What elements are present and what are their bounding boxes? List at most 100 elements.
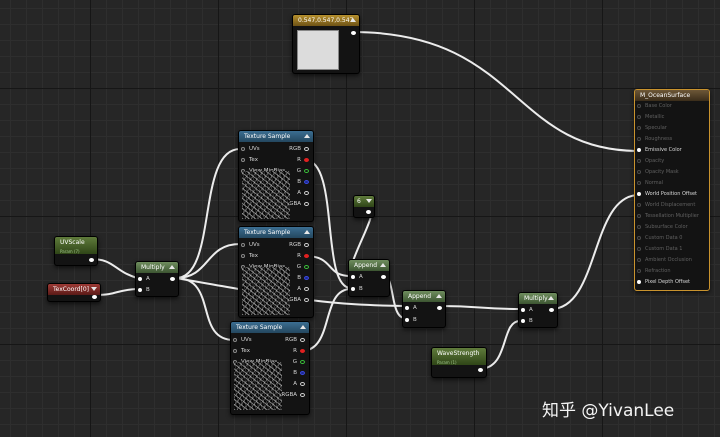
result-pin-metallic[interactable]: Metallic bbox=[635, 113, 664, 121]
wavestrength-title: WaveStrength bbox=[437, 350, 480, 357]
result-pin-normal[interactable]: Normal bbox=[635, 179, 663, 187]
constant3vector-output-pin[interactable] bbox=[351, 31, 356, 35]
pin-g[interactable]: G bbox=[297, 263, 310, 271]
pin-b[interactable]: B bbox=[297, 274, 310, 282]
pin-b[interactable]: B bbox=[519, 317, 533, 325]
constant3vector-header[interactable]: 0.547,0.547,0.547 bbox=[293, 15, 359, 26]
result-pin-custom-data-0[interactable]: Custom Data 0 bbox=[635, 234, 682, 242]
pin-uvs[interactable]: UVs bbox=[239, 145, 260, 153]
texture-sample-node-3[interactable]: Texture Sample UVs Tex View MipBias RGB … bbox=[230, 321, 310, 415]
pin-rgb[interactable]: RGB bbox=[285, 336, 306, 344]
multiply-header[interactable]: Multiply bbox=[519, 293, 557, 304]
result-pin-emissive-color[interactable]: Emissive Color bbox=[635, 146, 682, 154]
pin-r[interactable]: R bbox=[293, 347, 306, 355]
texture-sample-header[interactable]: Texture Sample bbox=[231, 322, 309, 333]
pin-uvs[interactable]: UVs bbox=[239, 241, 260, 249]
texture-sample-node-1[interactable]: Texture Sample UVs Tex View MipBias RGB … bbox=[238, 130, 314, 222]
texture-sample-title: Texture Sample bbox=[244, 133, 291, 140]
pin-rgb[interactable]: RGB bbox=[289, 241, 310, 249]
wavestrength-output-pin[interactable] bbox=[478, 368, 483, 372]
result-pin-world-displacement[interactable]: World Displacement bbox=[635, 201, 695, 209]
result-pin-world-position-offset[interactable]: World Position Offset bbox=[635, 190, 697, 198]
result-pin-roughness[interactable]: Roughness bbox=[635, 135, 672, 143]
result-pin-pixel-depth-offset[interactable]: Pixel Depth Offset bbox=[635, 278, 690, 286]
material-result-header[interactable]: M_OceanSurface bbox=[635, 90, 709, 101]
pin-b[interactable]: B bbox=[136, 286, 150, 294]
wavestrength-param-node[interactable]: WaveStrength Param (1) bbox=[431, 347, 487, 378]
pin-b[interactable]: B bbox=[293, 369, 306, 377]
uvscale-output-pin[interactable] bbox=[89, 258, 94, 262]
pin-g[interactable]: G bbox=[297, 167, 310, 175]
result-pin-opacity-mask[interactable]: Opacity Mask bbox=[635, 168, 679, 176]
pin-tex[interactable]: Tex bbox=[231, 347, 250, 355]
pin-uvs[interactable]: UVs bbox=[231, 336, 252, 344]
collapse-arrow-icon[interactable] bbox=[380, 263, 386, 267]
texture-sample-header[interactable]: Texture Sample bbox=[239, 131, 313, 142]
pin-tex[interactable]: Tex bbox=[239, 156, 258, 164]
append-node-1[interactable]: Append A B bbox=[348, 259, 390, 297]
uvscale-param-node[interactable]: UVScale Param (7) bbox=[54, 236, 98, 266]
constant-output-pin[interactable] bbox=[366, 210, 371, 214]
collapse-arrow-icon[interactable] bbox=[169, 265, 175, 269]
multiply-node-1[interactable]: Multiply A B bbox=[135, 261, 179, 297]
pin-a[interactable]: A bbox=[293, 380, 306, 388]
texcoord-node[interactable]: TexCoord[0] bbox=[47, 283, 101, 302]
uvscale-header[interactable]: UVScale Param (7) bbox=[55, 237, 97, 254]
result-pin-tessellation-multiplier[interactable]: Tessellation Multiplier bbox=[635, 212, 699, 220]
collapse-arrow-icon[interactable] bbox=[548, 296, 554, 300]
texture-sample-node-2[interactable]: Texture Sample UVs Tex View MipBias RGB … bbox=[238, 226, 314, 318]
uvscale-title: UVScale bbox=[60, 239, 85, 246]
constant-node[interactable]: 6 bbox=[353, 195, 375, 218]
pin-r[interactable]: R bbox=[297, 156, 310, 164]
pin-r[interactable]: R bbox=[297, 252, 310, 260]
collapse-arrow-icon[interactable] bbox=[304, 230, 310, 234]
multiply-header[interactable]: Multiply bbox=[136, 262, 178, 273]
constant3vector-title: 0.547,0.547,0.547 bbox=[298, 17, 354, 24]
append-node-2[interactable]: Append A B bbox=[402, 290, 446, 328]
wavestrength-header[interactable]: WaveStrength Param (1) bbox=[432, 348, 486, 365]
append-header[interactable]: Append bbox=[403, 291, 445, 302]
texture-preview-thumbnail bbox=[242, 267, 290, 315]
texture-sample-title: Texture Sample bbox=[236, 324, 283, 331]
result-pin-subsurface-color[interactable]: Subsurface Color bbox=[635, 223, 688, 231]
pin-a[interactable]: A bbox=[403, 304, 417, 312]
pin-g[interactable]: G bbox=[293, 358, 306, 366]
texcoord-header[interactable]: TexCoord[0] bbox=[48, 284, 100, 295]
append-output-pin[interactable] bbox=[381, 275, 386, 279]
pin-b[interactable]: B bbox=[349, 285, 363, 293]
pin-b[interactable]: B bbox=[403, 316, 417, 324]
multiply-output-pin[interactable] bbox=[170, 277, 175, 281]
material-result-title: M_OceanSurface bbox=[640, 92, 691, 99]
texture-sample-header[interactable]: Texture Sample bbox=[239, 227, 313, 238]
result-pin-refraction[interactable]: Refraction bbox=[635, 267, 671, 275]
expand-arrow-icon[interactable] bbox=[91, 287, 97, 291]
expand-arrow-icon[interactable] bbox=[366, 199, 372, 203]
pin-rgb[interactable]: RGB bbox=[289, 145, 310, 153]
pin-a[interactable]: A bbox=[519, 306, 533, 314]
pin-a[interactable]: A bbox=[297, 285, 310, 293]
multiply-output-pin[interactable] bbox=[549, 308, 554, 312]
constant-header[interactable]: 6 bbox=[354, 196, 374, 207]
collapse-arrow-icon[interactable] bbox=[350, 18, 356, 22]
pin-a[interactable]: A bbox=[297, 189, 310, 197]
texcoord-output-pin[interactable] bbox=[92, 295, 97, 299]
result-pin-ambient-occlusion[interactable]: Ambient Occlusion bbox=[635, 256, 692, 264]
collapse-arrow-icon[interactable] bbox=[436, 294, 442, 298]
pin-b[interactable]: B bbox=[297, 178, 310, 186]
pin-tex[interactable]: Tex bbox=[239, 252, 258, 260]
collapse-arrow-icon[interactable] bbox=[304, 134, 310, 138]
append-header[interactable]: Append bbox=[349, 260, 389, 271]
collapse-arrow-icon[interactable] bbox=[300, 325, 306, 329]
result-pin-custom-data-1[interactable]: Custom Data 1 bbox=[635, 245, 682, 253]
result-pin-base-color[interactable]: Base Color bbox=[635, 102, 672, 110]
pin-rgba[interactable]: RGBA bbox=[281, 391, 306, 399]
pin-a[interactable]: A bbox=[349, 273, 363, 281]
multiply-node-2[interactable]: Multiply A B bbox=[518, 292, 558, 328]
result-pin-opacity[interactable]: Opacity bbox=[635, 157, 664, 165]
pin-a[interactable]: A bbox=[136, 275, 150, 283]
append-output-pin[interactable] bbox=[437, 306, 442, 310]
material-result-node[interactable]: M_OceanSurface Base Color Metallic Specula… bbox=[634, 89, 710, 291]
constant3vector-node[interactable]: 0.547,0.547,0.547 bbox=[292, 14, 360, 74]
result-pin-specular[interactable]: Specular bbox=[635, 124, 667, 132]
texture-preview-thumbnail bbox=[234, 362, 282, 410]
